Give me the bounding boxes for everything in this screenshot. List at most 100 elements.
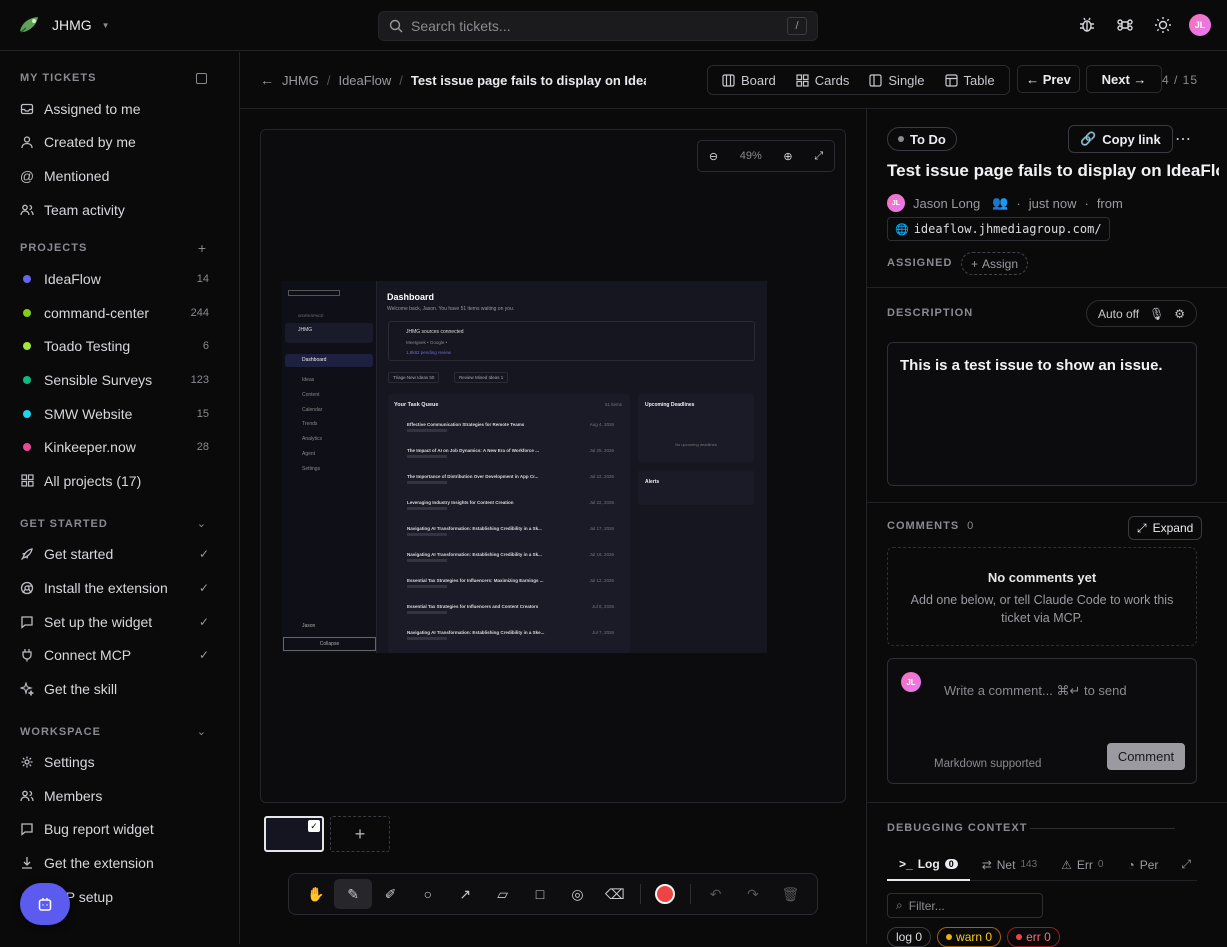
- add-attachment-button[interactable]: +: [330, 816, 390, 852]
- sidebar-item-bug-widget[interactable]: Bug report widget: [0, 813, 239, 847]
- tab-log[interactable]: >_ Log 0: [887, 849, 970, 881]
- expand-icon: ⤢: [1137, 520, 1147, 535]
- widget-launcher-button[interactable]: [20, 883, 70, 925]
- highlighter-tool-icon[interactable]: ✐: [372, 879, 409, 909]
- view-cards-button[interactable]: Cards: [786, 67, 860, 93]
- copy-link-button[interactable]: 🔗 Copy link: [1068, 125, 1173, 153]
- users-icon: 👥: [992, 195, 1009, 210]
- sidebar-item-install-extension[interactable]: Install the extension ✓: [0, 571, 239, 605]
- shot-task-title: Navigating AI Transformation: Establishi…: [407, 552, 542, 557]
- zoom-out-icon[interactable]: ⊖: [709, 150, 718, 163]
- shot-sources-sub: Meetgeek • Google •: [406, 340, 448, 345]
- tab-count: 143: [1020, 859, 1038, 870]
- status-badge[interactable]: To Do: [887, 127, 957, 151]
- sidebar-item-all-projects[interactable]: All projects (17): [0, 464, 239, 498]
- prev-button[interactable]: ← Prev: [1017, 65, 1080, 93]
- eraser-tool-icon[interactable]: ⌫: [596, 879, 633, 909]
- empty-title: No comments yet: [987, 570, 1097, 585]
- sun-icon[interactable]: [1151, 13, 1175, 37]
- breadcrumb-workspace[interactable]: JHMG: [282, 73, 319, 88]
- color-picker[interactable]: [647, 879, 684, 909]
- shot-task-row: The Impact of AI on Job Dynamics: A New …: [407, 448, 622, 474]
- sliders-icon: ⚙: [1174, 306, 1185, 321]
- view-table-button[interactable]: Table: [935, 67, 1005, 93]
- command-icon[interactable]: [1113, 13, 1137, 37]
- filter-input[interactable]: Filter...: [909, 899, 945, 913]
- comment-submit-button[interactable]: Comment: [1107, 743, 1185, 770]
- chevron-down-icon: ▼: [101, 20, 110, 30]
- sidebar-item-project[interactable]: Kinkeeper.now 28: [0, 430, 239, 464]
- shot-sidebar-item: Collapse: [283, 637, 376, 651]
- add-project-icon[interactable]: +: [198, 240, 207, 256]
- shot-task-date: Aug 4, 2026: [589, 422, 614, 427]
- view-single-button[interactable]: Single: [859, 67, 934, 93]
- assign-button[interactable]: + Assign: [961, 252, 1029, 275]
- shot-task-date: Jul 22, 2026: [589, 500, 614, 505]
- back-arrow-icon[interactable]: ←: [260, 72, 274, 88]
- circle-tool-icon[interactable]: ○: [409, 879, 446, 909]
- composer-avatar: JL: [901, 672, 921, 692]
- rectangle-tool-icon[interactable]: □: [521, 879, 558, 909]
- user-avatar[interactable]: JL: [1189, 14, 1211, 36]
- shot-sidebar-item: Agent: [302, 450, 316, 457]
- auto-transcribe-toggle[interactable]: Auto off 🎙 ⚙: [1086, 300, 1197, 327]
- source-url[interactable]: 🌐 ideaflow.jhmediagroup.com/: [887, 217, 1110, 241]
- sidebar-item-project[interactable]: command-center 244: [0, 296, 239, 330]
- tab-net[interactable]: ⇄ Net 143: [970, 849, 1049, 881]
- arrow-tool-icon[interactable]: ↗: [447, 879, 484, 909]
- get-started-header[interactable]: GET STARTED ⌄: [0, 514, 239, 534]
- arrow-left-icon: ←: [1026, 71, 1043, 87]
- tab-err[interactable]: ⚠ Err 0: [1049, 849, 1115, 881]
- breadcrumb-project[interactable]: IdeaFlow: [338, 73, 391, 88]
- comment-input[interactable]: Write a comment... ⌘↵ to send: [944, 683, 1127, 699]
- blur-tool-icon[interactable]: ◎: [559, 879, 596, 909]
- view-board-button[interactable]: Board: [712, 67, 786, 93]
- project-count: 14: [196, 273, 209, 286]
- shot-sidebar-item: Calendar: [302, 406, 323, 413]
- sidebar-item-members[interactable]: Members: [0, 779, 239, 813]
- expand-icon[interactable]: ⤢: [1181, 857, 1197, 872]
- redo-icon[interactable]: ↷: [734, 879, 771, 909]
- undo-icon[interactable]: ↶: [697, 879, 734, 909]
- shot-task-date: Jul 8, 2026: [591, 604, 614, 609]
- plus-icon: +: [354, 823, 366, 844]
- search-bar[interactable]: /: [378, 11, 818, 41]
- sidebar-item-project[interactable]: IdeaFlow 14: [0, 262, 239, 296]
- collapse-sidebar-icon[interactable]: [196, 72, 207, 84]
- sidebar-item-assigned[interactable]: Assigned to me: [0, 92, 239, 126]
- search-input[interactable]: [411, 18, 779, 34]
- sidebar-item-project[interactable]: SMW Website 15: [0, 397, 239, 431]
- attachment-thumbnail[interactable]: ✓: [264, 816, 324, 852]
- note-tool-icon[interactable]: ▱: [484, 879, 521, 909]
- sidebar-item-get-extension[interactable]: Get the extension: [0, 846, 239, 880]
- description-textarea[interactable]: This is a test issue to show an issue.: [887, 342, 1197, 486]
- chip-warn[interactable]: warn 0: [937, 927, 1002, 947]
- sidebar-item-project[interactable]: Toado Testing 6: [0, 330, 239, 364]
- sidebar-item-settings[interactable]: Settings: [0, 746, 239, 780]
- workspace-switcher[interactable]: JHMG ▼: [18, 15, 378, 35]
- next-button[interactable]: Next →: [1086, 65, 1162, 93]
- workspace-name: JHMG: [52, 17, 92, 33]
- sidebar-item-connect-mcp[interactable]: Connect MCP ✓: [0, 638, 239, 672]
- sidebar-item-project[interactable]: Sensible Surveys 123: [0, 363, 239, 397]
- sidebar-item-get-started[interactable]: Get started ✓: [0, 538, 239, 572]
- trash-icon[interactable]: 🗑: [772, 879, 809, 909]
- tab-perf[interactable]: ◔ Per: [1115, 849, 1170, 881]
- hand-tool-icon[interactable]: ✋: [297, 879, 334, 909]
- workspace-header[interactable]: WORKSPACE ⌄: [0, 722, 239, 742]
- sidebar-item-created[interactable]: Created by me: [0, 126, 239, 160]
- expand-comments-button[interactable]: ⤢ Expand: [1128, 516, 1203, 540]
- sidebar-item-mentioned[interactable]: @ Mentioned: [0, 159, 239, 193]
- more-options-icon[interactable]: ⋯: [1175, 129, 1191, 149]
- chip-err[interactable]: err 0: [1007, 927, 1060, 947]
- bug-icon[interactable]: [1075, 13, 1099, 37]
- fullscreen-icon[interactable]: ⤢: [814, 150, 823, 163]
- zoom-in-icon[interactable]: ⊕: [783, 150, 792, 163]
- log-filter[interactable]: ⌕ Filter...: [887, 893, 1043, 918]
- chip-log[interactable]: log 0: [887, 927, 932, 947]
- shot-task-meta: [407, 585, 447, 588]
- pen-tool-icon[interactable]: ✎: [334, 879, 372, 909]
- sidebar-item-team-activity[interactable]: Team activity: [0, 193, 239, 227]
- sidebar-item-get-skill[interactable]: Get the skill: [0, 672, 239, 706]
- sidebar-item-setup-widget[interactable]: Set up the widget ✓: [0, 605, 239, 639]
